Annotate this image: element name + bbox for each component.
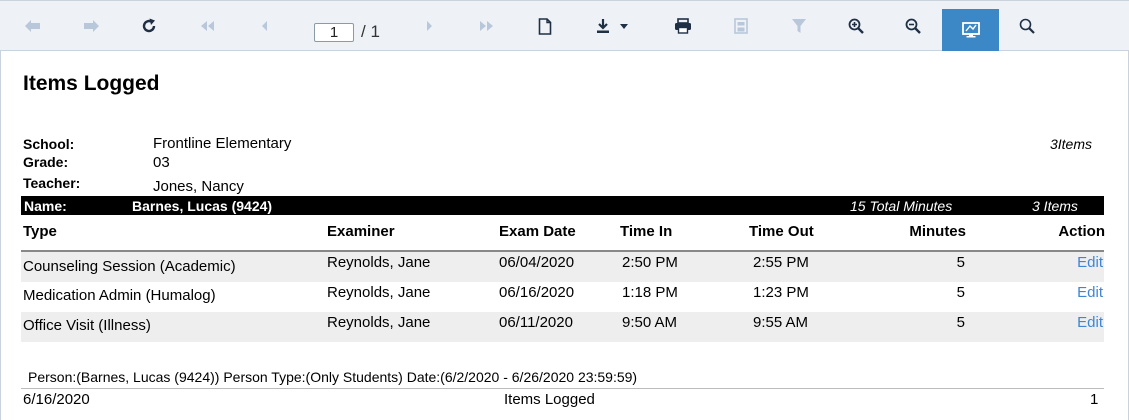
- total-minutes: 15 Total Minutes: [850, 198, 953, 214]
- search-icon[interactable]: [1012, 11, 1042, 41]
- footer-title: Items Logged: [504, 391, 595, 408]
- refresh-icon[interactable]: [134, 11, 164, 41]
- cell-time-out: 2:55 PM: [753, 254, 809, 271]
- student-name-bar: Name: Barnes, Lucas (9424) 15 Total Minu…: [21, 196, 1104, 215]
- download-icon[interactable]: [590, 11, 634, 41]
- cell-type: Office Visit (Illness): [23, 317, 151, 334]
- column-header-exam-date: Exam Date: [499, 223, 576, 240]
- zoom-in-icon[interactable]: [841, 11, 871, 41]
- column-header-minutes: Minutes: [909, 223, 966, 240]
- cell-examiner: Reynolds, Jane: [327, 284, 431, 301]
- teacher-label: Teacher:: [23, 175, 81, 191]
- cell-examiner: Reynolds, Jane: [327, 254, 431, 271]
- edit-link[interactable]: Edit: [1041, 284, 1103, 301]
- next-page-icon[interactable]: [414, 11, 444, 41]
- report-criteria: Person:(Barnes, Lucas (9424)) Person Typ…: [28, 369, 638, 385]
- school-value: Frontline Elementary: [153, 135, 292, 152]
- print-icon[interactable]: [668, 11, 698, 41]
- footer-date: 6/16/2020: [23, 391, 90, 408]
- cell-time-out: 1:23 PM: [753, 284, 809, 301]
- cell-time-in: 1:18 PM: [622, 284, 678, 301]
- cell-time-in: 9:50 AM: [622, 314, 678, 331]
- cell-type: Counseling Session (Academic): [23, 258, 236, 275]
- cell-exam-date: 06/16/2020: [499, 284, 575, 301]
- edit-link[interactable]: Edit: [1041, 254, 1103, 271]
- footer-page-number: 1: [1090, 391, 1099, 408]
- column-header-examiner: Examiner: [327, 223, 395, 240]
- viewer-toolbar: 1 / 1: [0, 0, 1129, 51]
- cell-time-in: 2:50 PM: [622, 254, 678, 271]
- table-row: Medication Admin (Humalog) Reynolds, Jan…: [21, 282, 1104, 312]
- table-row: Counseling Session (Academic) Reynolds, …: [21, 252, 1104, 282]
- cell-minutes: 5: [956, 254, 965, 271]
- document-icon[interactable]: [530, 11, 560, 41]
- column-header-action: Action: [1058, 223, 1105, 240]
- cell-exam-date: 06/04/2020: [499, 254, 575, 271]
- column-header-time-in: Time In: [620, 223, 673, 240]
- cell-type: Medication Admin (Humalog): [23, 287, 216, 304]
- name-label: Name:: [24, 198, 67, 214]
- first-page-icon[interactable]: [192, 11, 222, 41]
- page-total: / 1: [361, 22, 380, 41]
- school-label: School:: [23, 136, 75, 152]
- total-items: 3 Items: [1032, 198, 1078, 214]
- prev-page-icon[interactable]: [250, 11, 280, 41]
- cell-exam-date: 06/11/2020: [499, 314, 573, 331]
- report-title: Items Logged: [23, 72, 160, 95]
- screen-view-icon[interactable]: [942, 9, 999, 51]
- items-count: 3Items: [1049, 136, 1092, 152]
- teacher-value: Jones, Nancy: [153, 178, 244, 195]
- cell-time-out: 9:55 AM: [753, 314, 809, 331]
- column-header-type: Type: [23, 223, 57, 240]
- cell-minutes: 5: [956, 284, 965, 301]
- cell-examiner: Reynolds, Jane: [327, 314, 431, 331]
- student-name: Barnes, Lucas (9424): [132, 198, 273, 214]
- cell-minutes: 5: [956, 314, 965, 331]
- last-page-icon[interactable]: [472, 11, 502, 41]
- column-header-time-out: Time Out: [749, 223, 814, 240]
- forward-icon[interactable]: [76, 11, 106, 41]
- grade-label: Grade:: [23, 154, 69, 170]
- back-icon[interactable]: [18, 11, 48, 41]
- grade-value: 03: [153, 154, 170, 171]
- zoom-out-icon[interactable]: [898, 11, 928, 41]
- footer-divider: [21, 388, 1104, 389]
- save-icon[interactable]: [726, 11, 756, 41]
- edit-link[interactable]: Edit: [1041, 314, 1103, 331]
- filter-icon[interactable]: [784, 11, 814, 41]
- table-row: Office Visit (Illness) Reynolds, Jane 06…: [21, 312, 1104, 342]
- page-number-input[interactable]: 1: [314, 23, 354, 42]
